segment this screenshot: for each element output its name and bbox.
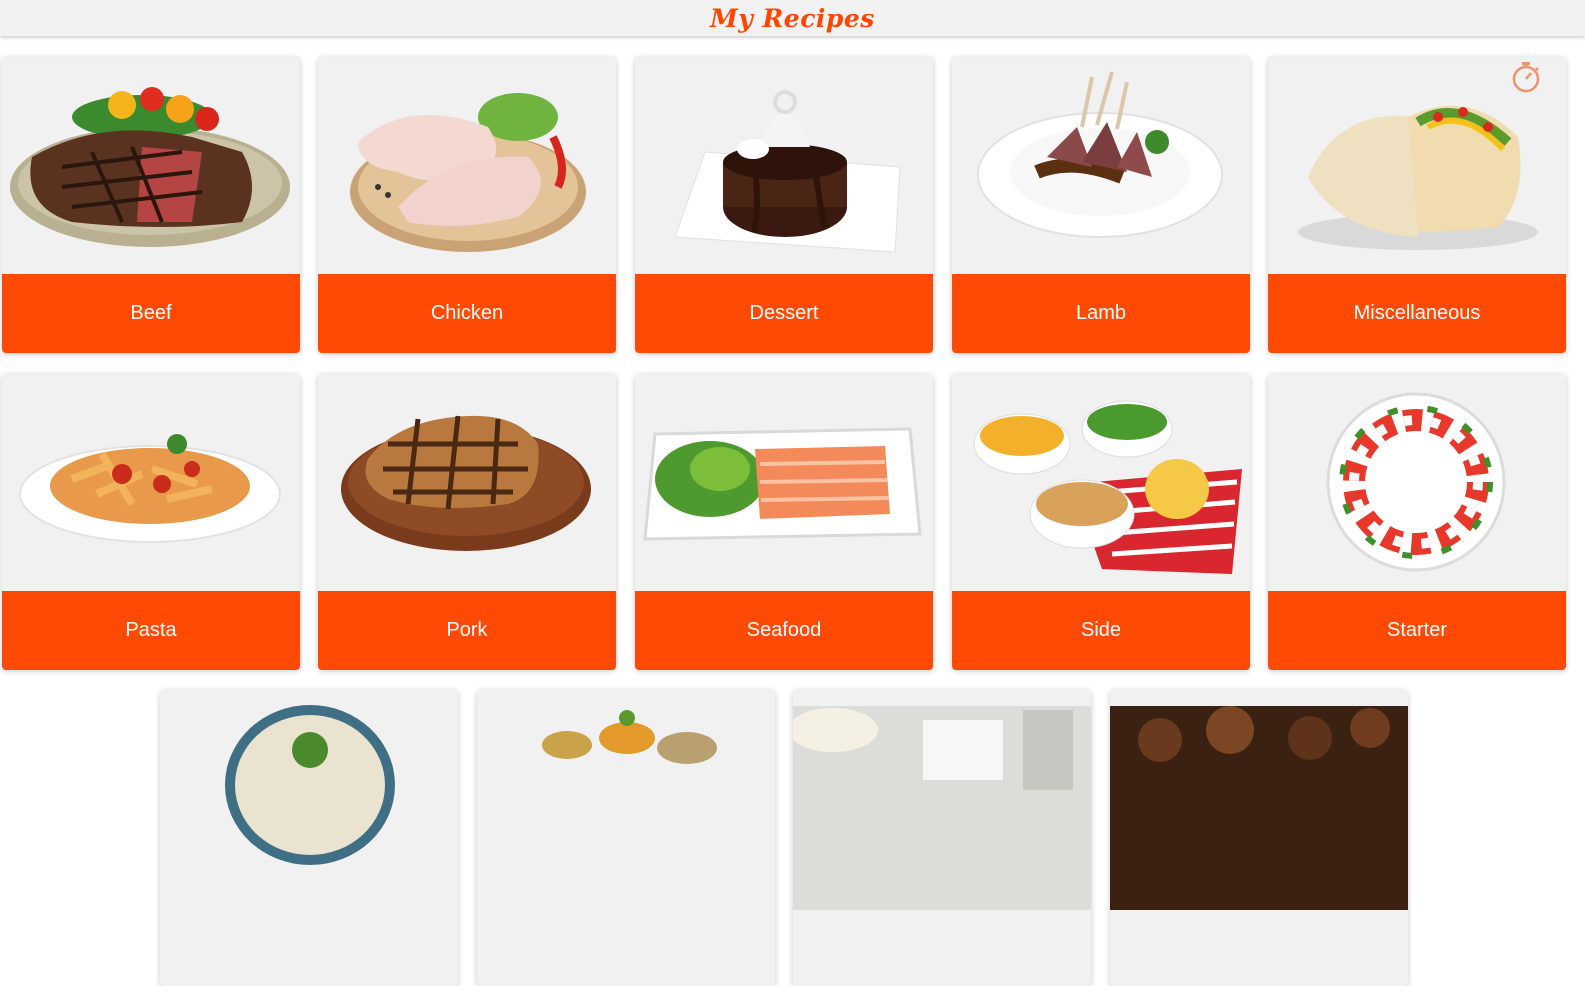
- breakfast-image: [793, 690, 1091, 910]
- category-label: Seafood: [635, 591, 933, 670]
- caprese-image: [1268, 374, 1566, 594]
- pork-image: [318, 374, 616, 594]
- stew-image: [1110, 690, 1408, 910]
- thali-image: [477, 690, 775, 910]
- category-card-row3-2[interactable]: [477, 690, 775, 986]
- stopwatch-icon[interactable]: [1510, 60, 1542, 94]
- category-label: Lamb: [952, 274, 1250, 353]
- lamb-image: [952, 57, 1250, 277]
- sides-image: [952, 374, 1250, 594]
- category-card-seafood[interactable]: Seafood: [635, 374, 933, 670]
- steak-image: [2, 57, 300, 277]
- category-card-dessert[interactable]: Dessert: [635, 57, 933, 353]
- category-label: Pork: [318, 591, 616, 670]
- cake-image: [635, 57, 933, 277]
- category-label: Dessert: [635, 274, 933, 353]
- category-label: Starter: [1268, 591, 1566, 670]
- category-card-pork[interactable]: Pork: [318, 374, 616, 670]
- category-card-side[interactable]: Side: [952, 374, 1250, 670]
- category-card-starter[interactable]: Starter: [1268, 374, 1566, 670]
- bowl-image: [160, 690, 458, 910]
- category-label: Beef: [2, 274, 300, 353]
- category-label: Chicken: [318, 274, 616, 353]
- category-card-row3-3[interactable]: [793, 690, 1091, 986]
- category-card-miscellaneous[interactable]: Miscellaneous: [1268, 57, 1566, 353]
- category-label: Side: [952, 591, 1250, 670]
- pasta-image: [2, 374, 300, 594]
- chicken-image: [318, 57, 616, 277]
- category-card-lamb[interactable]: Lamb: [952, 57, 1250, 353]
- category-card-chicken[interactable]: Chicken: [318, 57, 616, 353]
- category-label: Pasta: [2, 591, 300, 670]
- page-title: My Recipes: [710, 3, 875, 33]
- category-label: Miscellaneous: [1268, 274, 1566, 353]
- category-card-pasta[interactable]: Pasta: [2, 374, 300, 670]
- category-card-row3-1[interactable]: [160, 690, 458, 986]
- app-header: My Recipes: [0, 0, 1585, 36]
- category-card-row3-4[interactable]: [1110, 690, 1408, 986]
- salmon-image: [635, 374, 933, 594]
- category-card-beef[interactable]: Beef: [2, 57, 300, 353]
